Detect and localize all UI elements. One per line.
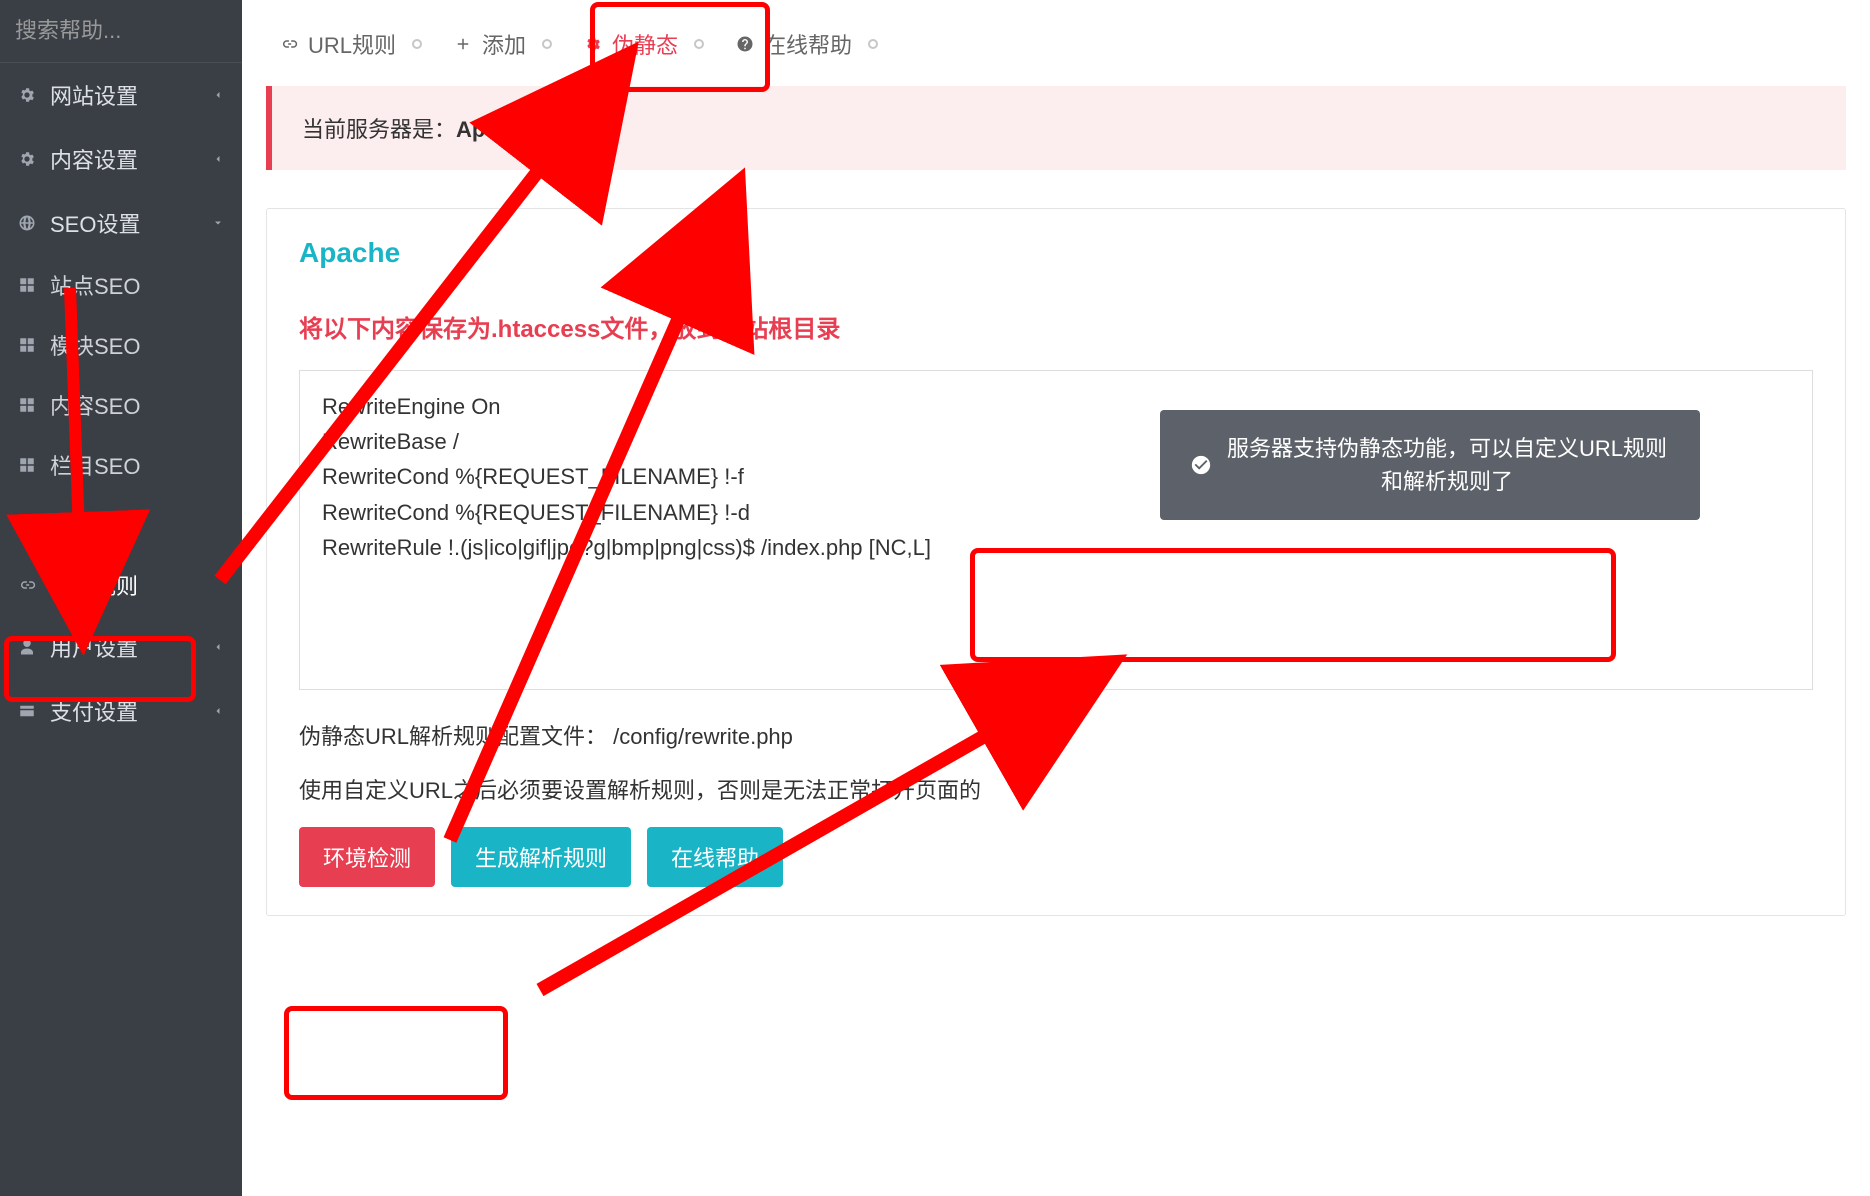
gen-rules-button[interactable]: 生成解析规则 <box>451 827 631 887</box>
tab-label: URL规则 <box>308 28 396 60</box>
tabs-bar: URL规则 添加 伪静态 在线帮助 <box>266 0 1846 86</box>
sidebar: 网站设置 内容设置 SEO设置 站点SEO 模块SEO 内容SEO 栏目SEO … <box>0 0 242 1196</box>
sidebar-item-url-rules[interactable]: URL规则 <box>0 555 242 615</box>
grid-icon <box>18 276 36 294</box>
sidebar-item-search-seo[interactable]: 搜索SEO <box>0 495 242 555</box>
toast-text: 服务器支持伪静态功能，可以自定义URL规则和解析规则了 <box>1224 432 1670 498</box>
tab-dot-icon <box>694 39 704 49</box>
user-icon <box>18 638 36 656</box>
grid-icon <box>18 336 36 354</box>
success-toast: 服务器支持伪静态功能，可以自定义URL规则和解析规则了 <box>1160 410 1700 520</box>
button-row: 环境检测 生成解析规则 在线帮助 <box>299 827 1813 887</box>
sidebar-item-content-settings[interactable]: 内容设置 <box>0 127 242 191</box>
env-check-button[interactable]: 环境检测 <box>299 827 435 887</box>
sidebar-item-seo-settings[interactable]: SEO设置 <box>0 191 242 255</box>
alert-prefix: 当前服务器是： <box>302 117 456 142</box>
config-path-line: 伪静态URL解析规则配置文件： /config/rewrite.php <box>299 719 1813 751</box>
instruction-heading: 将以下内容保存为.htaccess文件，放到网站根目录 <box>299 309 1813 344</box>
sidebar-item-module-seo[interactable]: 模块SEO <box>0 315 242 375</box>
gear-icon <box>584 35 602 53</box>
plus-icon <box>454 35 472 53</box>
gear-icon <box>18 86 36 104</box>
panel-title: Apache <box>299 237 1813 269</box>
chevron-left-icon <box>212 89 224 101</box>
search-box <box>0 0 242 63</box>
warning-line: 使用自定义URL之后必须要设置解析规则，否则是无法正常打开页面的 <box>299 773 1813 805</box>
config-path-prefix: 伪静态URL解析规则配置文件： <box>299 724 607 749</box>
sidebar-item-payment-settings[interactable]: 支付设置 <box>0 679 242 743</box>
grid-icon <box>18 456 36 474</box>
sidebar-item-label: 栏目SEO <box>50 449 224 481</box>
search-icon <box>18 516 36 534</box>
server-alert: 当前服务器是：Apache <box>266 86 1846 170</box>
link-icon <box>280 35 298 53</box>
tab-label: 添加 <box>482 28 526 60</box>
gear-icon <box>18 150 36 168</box>
alert-value: Apache <box>456 117 535 142</box>
check-circle-icon <box>1190 454 1212 476</box>
sidebar-item-user-settings[interactable]: 用户设置 <box>0 615 242 679</box>
sidebar-item-label: SEO设置 <box>50 207 212 239</box>
tab-dot-icon <box>542 39 552 49</box>
tab-dot-icon <box>868 39 878 49</box>
main-content: URL规则 添加 伪静态 在线帮助 当前服务器是：Apache Apache 将… <box>242 0 1870 1196</box>
config-path-value: /config/rewrite.php <box>613 724 793 749</box>
tab-label: 伪静态 <box>612 28 678 60</box>
sidebar-item-label: 网站设置 <box>50 79 212 111</box>
help-icon <box>736 35 754 53</box>
sidebar-item-column-seo[interactable]: 栏目SEO <box>0 435 242 495</box>
sidebar-item-label: URL规则 <box>50 569 224 601</box>
tab-rewrite[interactable]: 伪静态 <box>570 20 718 68</box>
tab-dot-icon <box>412 39 422 49</box>
sidebar-item-label: 内容设置 <box>50 143 212 175</box>
tab-url-rules[interactable]: URL规则 <box>266 20 436 68</box>
chevron-left-icon <box>212 705 224 717</box>
globe-icon <box>18 214 36 232</box>
sidebar-item-label: 支付设置 <box>50 695 212 727</box>
sidebar-item-label: 内容SEO <box>50 389 224 421</box>
rewrite-panel: Apache 将以下内容保存为.htaccess文件，放到网站根目录 伪静态UR… <box>266 208 1846 916</box>
grid-icon <box>18 396 36 414</box>
card-icon <box>18 702 36 720</box>
chevron-left-icon <box>212 153 224 165</box>
sidebar-item-label: 搜索SEO <box>50 509 224 541</box>
chevron-down-icon <box>212 217 224 229</box>
sidebar-item-site-settings[interactable]: 网站设置 <box>0 63 242 127</box>
tab-add[interactable]: 添加 <box>440 20 566 68</box>
chevron-left-icon <box>212 641 224 653</box>
sidebar-item-label: 站点SEO <box>50 269 224 301</box>
sidebar-item-label: 用户设置 <box>50 631 212 663</box>
link-icon <box>18 576 36 594</box>
sidebar-item-label: 模块SEO <box>50 329 224 361</box>
tab-help[interactable]: 在线帮助 <box>722 20 892 68</box>
sidebar-item-site-seo[interactable]: 站点SEO <box>0 255 242 315</box>
sidebar-item-content-seo[interactable]: 内容SEO <box>0 375 242 435</box>
tab-label: 在线帮助 <box>764 28 852 60</box>
online-help-button[interactable]: 在线帮助 <box>647 827 783 887</box>
